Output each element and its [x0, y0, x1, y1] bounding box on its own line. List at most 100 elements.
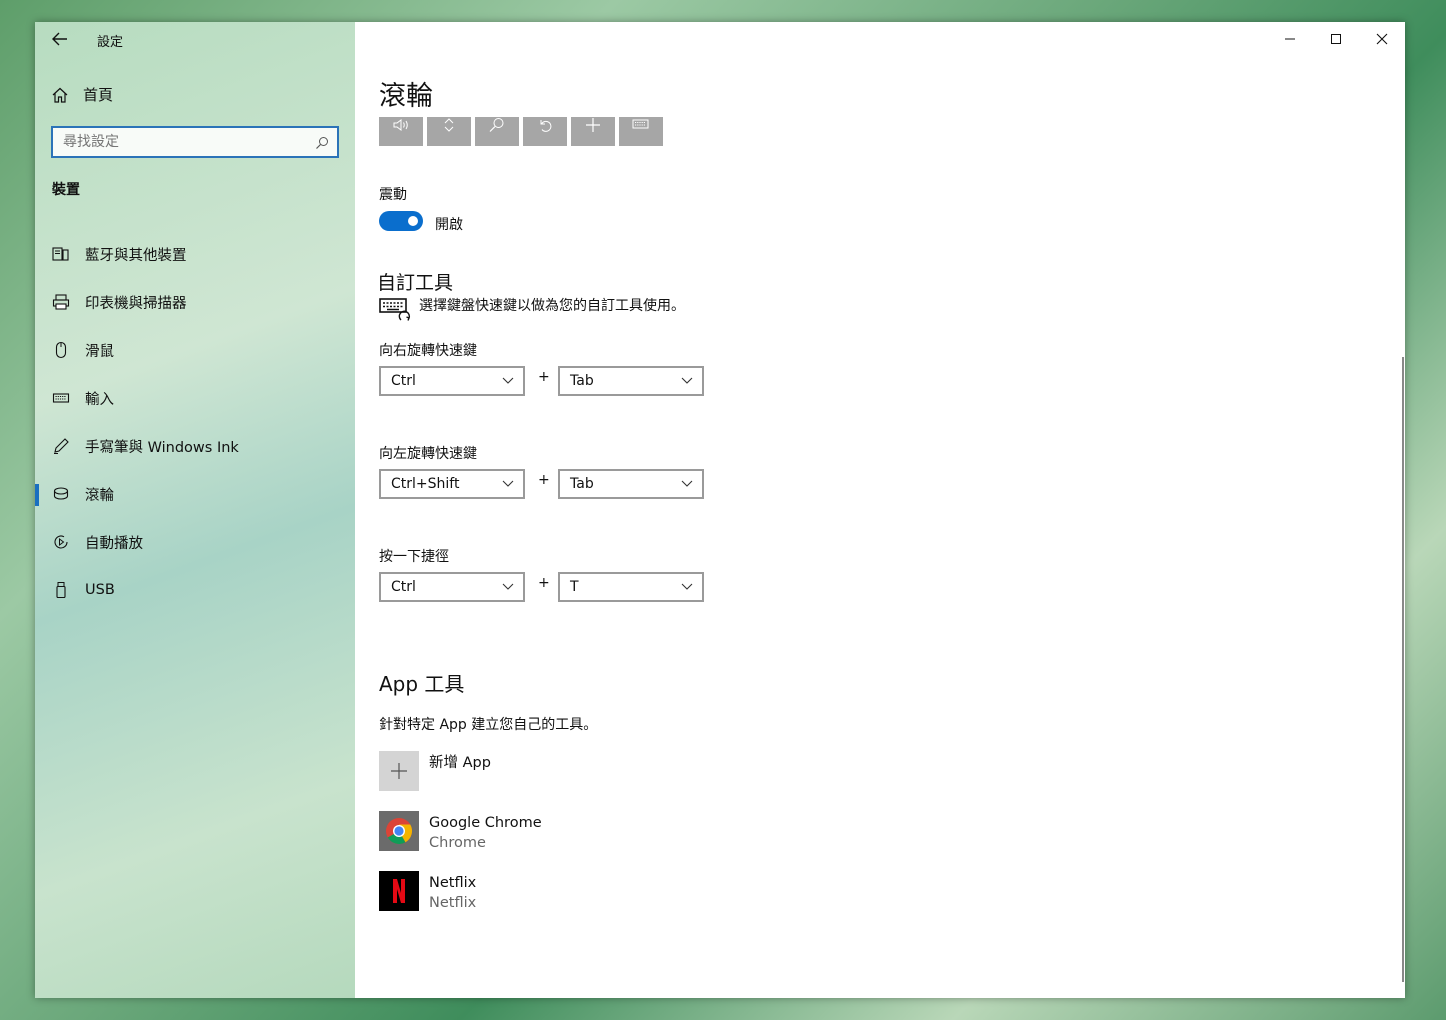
chevron-down-icon — [502, 583, 514, 590]
autoplay-icon — [51, 532, 71, 552]
add-app-button[interactable]: 新增 App — [379, 751, 491, 791]
sidebar-item-autoplay[interactable]: 自動播放 — [35, 518, 355, 566]
app-name: Netflix — [429, 875, 477, 891]
minimize-button[interactable] — [1267, 22, 1313, 56]
dropdown-value: Tab — [570, 476, 594, 492]
back-arrow-icon — [52, 32, 67, 46]
scrollbar[interactable] — [1402, 357, 1404, 982]
printer-icon — [51, 292, 71, 312]
sidebar-item-typing[interactable]: 輸入 — [35, 374, 355, 422]
sidebar: 設定 首頁 裝置 藍牙與其他裝置 — [35, 22, 355, 998]
app-item-netflix[interactable]: Netflix Netflix — [379, 871, 476, 913]
tool-zoom-button[interactable] — [475, 117, 519, 146]
chevron-down-icon — [681, 480, 693, 487]
sidebar-item-label: 輸入 — [85, 391, 114, 408]
keyboard-shortcut-icon — [379, 296, 411, 328]
dropdown-value: Ctrl+Shift — [391, 476, 460, 492]
plus-sign: + — [538, 369, 550, 385]
vibration-label: 震動 — [379, 187, 407, 203]
sidebar-item-mouse[interactable]: 滑鼠 — [35, 326, 355, 374]
sidebar-home[interactable]: 首頁 — [51, 84, 113, 105]
sidebar-item-printers[interactable]: 印表機與掃描器 — [35, 278, 355, 326]
custom-keyboard-icon — [632, 119, 649, 129]
rotate-right-label: 向右旋轉快速鍵 — [379, 343, 477, 359]
custom-tool-description: 選擇鍵盤快速鍵以做為您的自訂工具使用。 — [419, 298, 685, 314]
undo-icon — [540, 120, 552, 132]
search-icon[interactable] — [315, 135, 329, 154]
vibration-state: 開啟 — [435, 217, 463, 233]
rotate-left-key-dropdown[interactable]: Tab — [558, 469, 704, 499]
app-name: Google Chrome — [429, 815, 542, 831]
click-shortcut-label: 按一下捷徑 — [379, 549, 449, 565]
sidebar-nav: 藍牙與其他裝置 印表機與掃描器 滑鼠 輸入 手寫筆與 Windows Ink 滾… — [35, 230, 355, 614]
click-key-dropdown[interactable]: T — [558, 572, 704, 602]
click-modifier-dropdown[interactable]: Ctrl — [379, 572, 525, 602]
section-label: 裝置 — [52, 182, 80, 198]
dropdown-value: Tab — [570, 373, 594, 389]
add-app-tile — [379, 751, 419, 791]
dropdown-value: Ctrl — [391, 373, 416, 389]
window-controls — [1267, 22, 1405, 56]
search-input[interactable] — [53, 128, 308, 156]
dropdown-value: T — [570, 579, 579, 595]
rotate-left-label: 向左旋轉快速鍵 — [379, 446, 477, 462]
scroll-icon — [444, 118, 454, 132]
chrome-logo-icon — [386, 818, 413, 845]
home-icon — [52, 87, 68, 103]
rotate-left-modifier-dropdown[interactable]: Ctrl+Shift — [379, 469, 525, 499]
app-subtitle: Chrome — [429, 835, 486, 851]
tool-add-button[interactable] — [571, 117, 615, 146]
app-title: 設定 — [97, 35, 124, 50]
bluetooth-devices-icon — [51, 244, 71, 264]
add-app-label: 新增 App — [429, 755, 491, 771]
page-title: 滾輪 — [379, 81, 433, 112]
close-button[interactable] — [1359, 22, 1405, 56]
settings-window: 設定 首頁 裝置 藍牙與其他裝置 — [35, 22, 1405, 998]
maximize-button[interactable] — [1313, 22, 1359, 56]
pen-icon — [51, 436, 71, 456]
chevron-down-icon — [502, 480, 514, 487]
app-item-chrome[interactable]: Google Chrome Chrome — [379, 811, 542, 853]
search-box[interactable] — [51, 126, 339, 158]
maximize-icon — [1331, 34, 1341, 44]
app-tools-description: 針對特定 App 建立您自己的工具。 — [379, 717, 598, 733]
netflix-logo-icon — [393, 879, 405, 903]
close-icon — [1376, 33, 1388, 45]
sidebar-item-label: 滑鼠 — [85, 343, 114, 360]
add-icon — [586, 118, 600, 132]
plus-sign: + — [538, 472, 550, 488]
app-tools-heading: App 工具 — [379, 672, 465, 696]
chevron-down-icon — [681, 583, 693, 590]
dial-icon — [51, 484, 71, 504]
tool-undo-button[interactable] — [523, 117, 567, 146]
rotate-right-key-dropdown[interactable]: Tab — [558, 366, 704, 396]
sidebar-item-label: 印表機與掃描器 — [85, 295, 187, 312]
plus-sign: + — [538, 575, 550, 591]
usb-icon — [51, 580, 71, 600]
back-button[interactable] — [49, 28, 71, 50]
content-pane: 滾輪 震動 開啟 自訂工具 選擇鍵盤快速鍵以做為您的自訂工具使用。 向右旋轉快速… — [355, 22, 1405, 998]
minimize-icon — [1285, 38, 1295, 40]
sidebar-item-usb[interactable]: USB — [35, 566, 355, 614]
sidebar-item-pen[interactable]: 手寫筆與 Windows Ink — [35, 422, 355, 470]
sidebar-item-label: USB — [85, 582, 115, 598]
sidebar-item-label: 藍牙與其他裝置 — [85, 247, 187, 264]
toggle-knob — [408, 216, 418, 226]
zoom-icon — [489, 118, 504, 132]
app-subtitle: Netflix — [429, 895, 477, 911]
tool-scroll-button[interactable] — [427, 117, 471, 146]
rotate-right-modifier-dropdown[interactable]: Ctrl — [379, 366, 525, 396]
mouse-icon — [51, 340, 71, 360]
tool-custom-button[interactable] — [619, 117, 663, 146]
tool-volume-button[interactable] — [379, 117, 423, 146]
chrome-tile — [379, 811, 419, 851]
keyboard-icon — [51, 388, 71, 408]
dial-tools-toolbar — [379, 117, 663, 146]
vibration-toggle[interactable] — [379, 211, 423, 231]
sidebar-item-dial[interactable]: 滾輪 — [35, 470, 355, 518]
sidebar-item-bluetooth[interactable]: 藍牙與其他裝置 — [35, 230, 355, 278]
dropdown-value: Ctrl — [391, 579, 416, 595]
netflix-tile — [379, 871, 419, 911]
home-label: 首頁 — [83, 86, 114, 104]
sidebar-item-label: 自動播放 — [85, 535, 143, 552]
